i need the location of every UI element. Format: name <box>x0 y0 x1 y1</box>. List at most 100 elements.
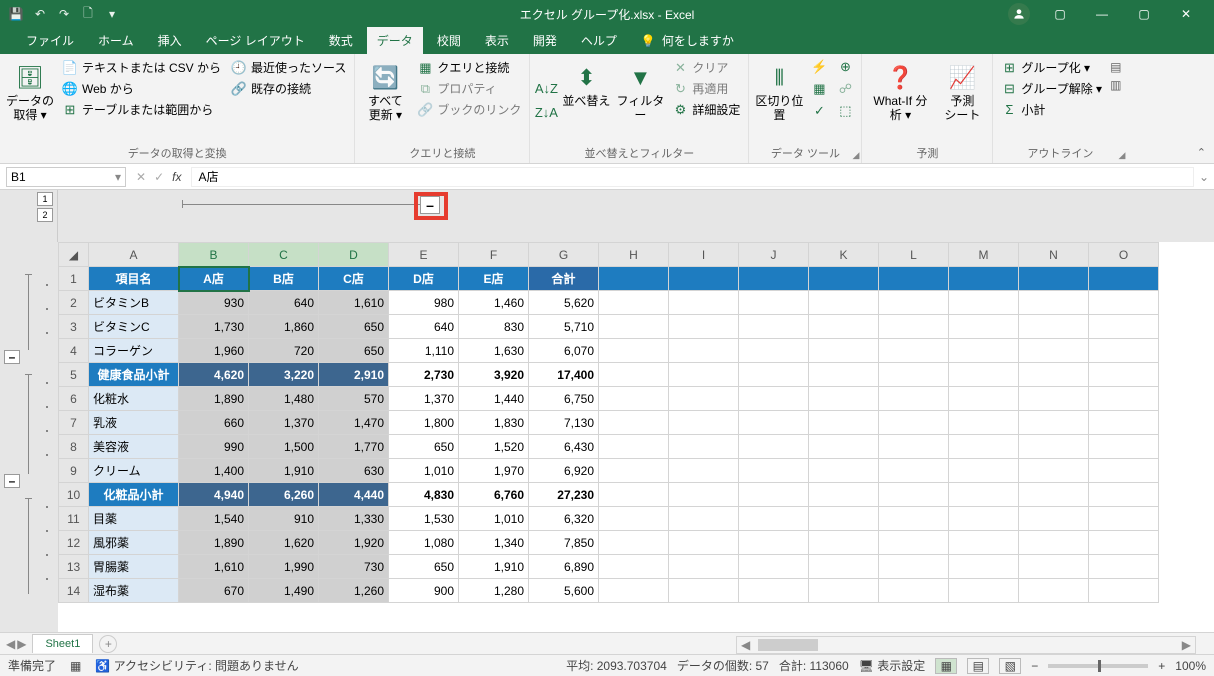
tab-insert[interactable]: 挿入 <box>148 27 192 54</box>
cell[interactable] <box>599 459 669 483</box>
cell[interactable]: 1,400 <box>179 459 249 483</box>
cell[interactable]: 6,890 <box>529 555 599 579</box>
cell[interactable] <box>1089 387 1159 411</box>
zoom-in-button[interactable]: + <box>1158 659 1165 673</box>
cell[interactable]: 640 <box>389 315 459 339</box>
cell[interactable] <box>669 267 739 291</box>
zoom-slider[interactable] <box>1048 664 1148 668</box>
cell[interactable] <box>739 579 809 603</box>
cell[interactable] <box>879 507 949 531</box>
maximize-icon[interactable]: ▢ <box>1124 0 1164 28</box>
cell-label[interactable]: ビタミンC <box>89 315 179 339</box>
row-header-2[interactable]: 2 <box>59 291 89 315</box>
close-icon[interactable]: ✕ <box>1166 0 1206 28</box>
hide-detail-icon[interactable]: ▥ <box>1110 78 1121 92</box>
dialog-launcher-icon[interactable]: ◢ <box>853 150 860 161</box>
cell[interactable]: 4,940 <box>179 483 249 507</box>
cell[interactable] <box>1019 339 1089 363</box>
col-header-J[interactable]: J <box>739 243 809 267</box>
cell[interactable] <box>669 411 739 435</box>
cell-label[interactable]: ビタミンB <box>89 291 179 315</box>
cell[interactable]: 1,010 <box>459 507 529 531</box>
row-header-9[interactable]: 9 <box>59 459 89 483</box>
forecast-button[interactable]: 📈予測 シート <box>938 58 986 143</box>
cell[interactable] <box>1089 435 1159 459</box>
cell[interactable]: 5,600 <box>529 579 599 603</box>
datamodel-button[interactable]: ⬚ <box>835 102 855 120</box>
cell[interactable]: 1,730 <box>179 315 249 339</box>
status-accessibility[interactable]: ♿ アクセシビリティ: 問題ありません <box>95 657 298 674</box>
cell[interactable] <box>1019 411 1089 435</box>
cell[interactable] <box>739 483 809 507</box>
cell[interactable] <box>739 531 809 555</box>
cell[interactable] <box>669 459 739 483</box>
zoom-out-button[interactable]: − <box>1031 659 1038 673</box>
col-header-E[interactable]: E <box>389 243 459 267</box>
cell-header[interactable]: E店 <box>459 267 529 291</box>
cell[interactable]: 640 <box>249 291 319 315</box>
whatif-button[interactable]: ❓What-If 分析 ▾ <box>868 58 932 143</box>
filter-button[interactable]: ▼フィルター <box>616 58 664 143</box>
show-detail-icon[interactable]: ▤ <box>1110 60 1121 74</box>
cell[interactable] <box>879 459 949 483</box>
cell[interactable] <box>949 339 1019 363</box>
cell[interactable] <box>739 315 809 339</box>
cell[interactable] <box>1019 459 1089 483</box>
tell-me[interactable]: 💡何をしますか <box>631 27 744 54</box>
cell[interactable] <box>739 387 809 411</box>
remove-dup-button[interactable]: ▦ <box>809 80 829 98</box>
cell[interactable]: 1,770 <box>319 435 389 459</box>
cell[interactable] <box>809 411 879 435</box>
column-group-collapse-button[interactable]: – <box>420 196 440 214</box>
cell[interactable] <box>809 507 879 531</box>
reapply-button[interactable]: ↻再適用 <box>670 79 742 98</box>
sort-button[interactable]: ⬍並べ替え <box>562 58 610 143</box>
cell[interactable] <box>669 387 739 411</box>
cell[interactable]: 1,490 <box>249 579 319 603</box>
cell[interactable] <box>1089 411 1159 435</box>
consolidate-button[interactable]: ⊕ <box>835 58 855 76</box>
cell[interactable] <box>1019 363 1089 387</box>
text-to-columns-button[interactable]: ⫴区切り位置 <box>755 58 803 143</box>
cell[interactable] <box>879 531 949 555</box>
cell[interactable]: 27,230 <box>529 483 599 507</box>
cell[interactable] <box>949 291 1019 315</box>
cell[interactable]: 900 <box>389 579 459 603</box>
cell[interactable]: 570 <box>319 387 389 411</box>
cell-header[interactable]: B店 <box>249 267 319 291</box>
cell[interactable]: 1,330 <box>319 507 389 531</box>
row-header-8[interactable]: 8 <box>59 435 89 459</box>
cell[interactable]: 1,260 <box>319 579 389 603</box>
cell[interactable]: 7,850 <box>529 531 599 555</box>
row-header-7[interactable]: 7 <box>59 411 89 435</box>
row-header-10[interactable]: 10 <box>59 483 89 507</box>
cell[interactable] <box>879 291 949 315</box>
cell[interactable]: 1,630 <box>459 339 529 363</box>
sort-asc-button[interactable]: A↓Z <box>536 80 556 98</box>
cell[interactable] <box>1019 555 1089 579</box>
cell[interactable] <box>879 267 949 291</box>
row-header-5[interactable]: 5 <box>59 363 89 387</box>
ribbon-collapse-icon[interactable]: ⌃ <box>1197 146 1206 159</box>
col-level-1-button[interactable]: 1 <box>37 192 53 206</box>
cell[interactable] <box>1089 267 1159 291</box>
cell[interactable]: 6,760 <box>459 483 529 507</box>
cell[interactable]: 660 <box>179 411 249 435</box>
cell[interactable] <box>879 435 949 459</box>
tab-pagelayout[interactable]: ページ レイアウト <box>196 27 315 54</box>
tab-developer[interactable]: 開発 <box>523 27 567 54</box>
cell[interactable]: 1,620 <box>249 531 319 555</box>
cell[interactable]: 3,220 <box>249 363 319 387</box>
cell[interactable]: 1,610 <box>179 555 249 579</box>
cell[interactable]: 1,800 <box>389 411 459 435</box>
cell[interactable] <box>879 579 949 603</box>
cell[interactable]: 17,400 <box>529 363 599 387</box>
cell[interactable]: 6,320 <box>529 507 599 531</box>
cell[interactable]: 1,370 <box>389 387 459 411</box>
display-settings-button[interactable]: 🖥 表示設定 <box>859 657 926 674</box>
cell[interactable]: 1,280 <box>459 579 529 603</box>
cell[interactable]: 670 <box>179 579 249 603</box>
cell[interactable]: 1,500 <box>249 435 319 459</box>
flash-fill-button[interactable]: ⚡ <box>809 58 829 76</box>
cell[interactable]: 1,010 <box>389 459 459 483</box>
